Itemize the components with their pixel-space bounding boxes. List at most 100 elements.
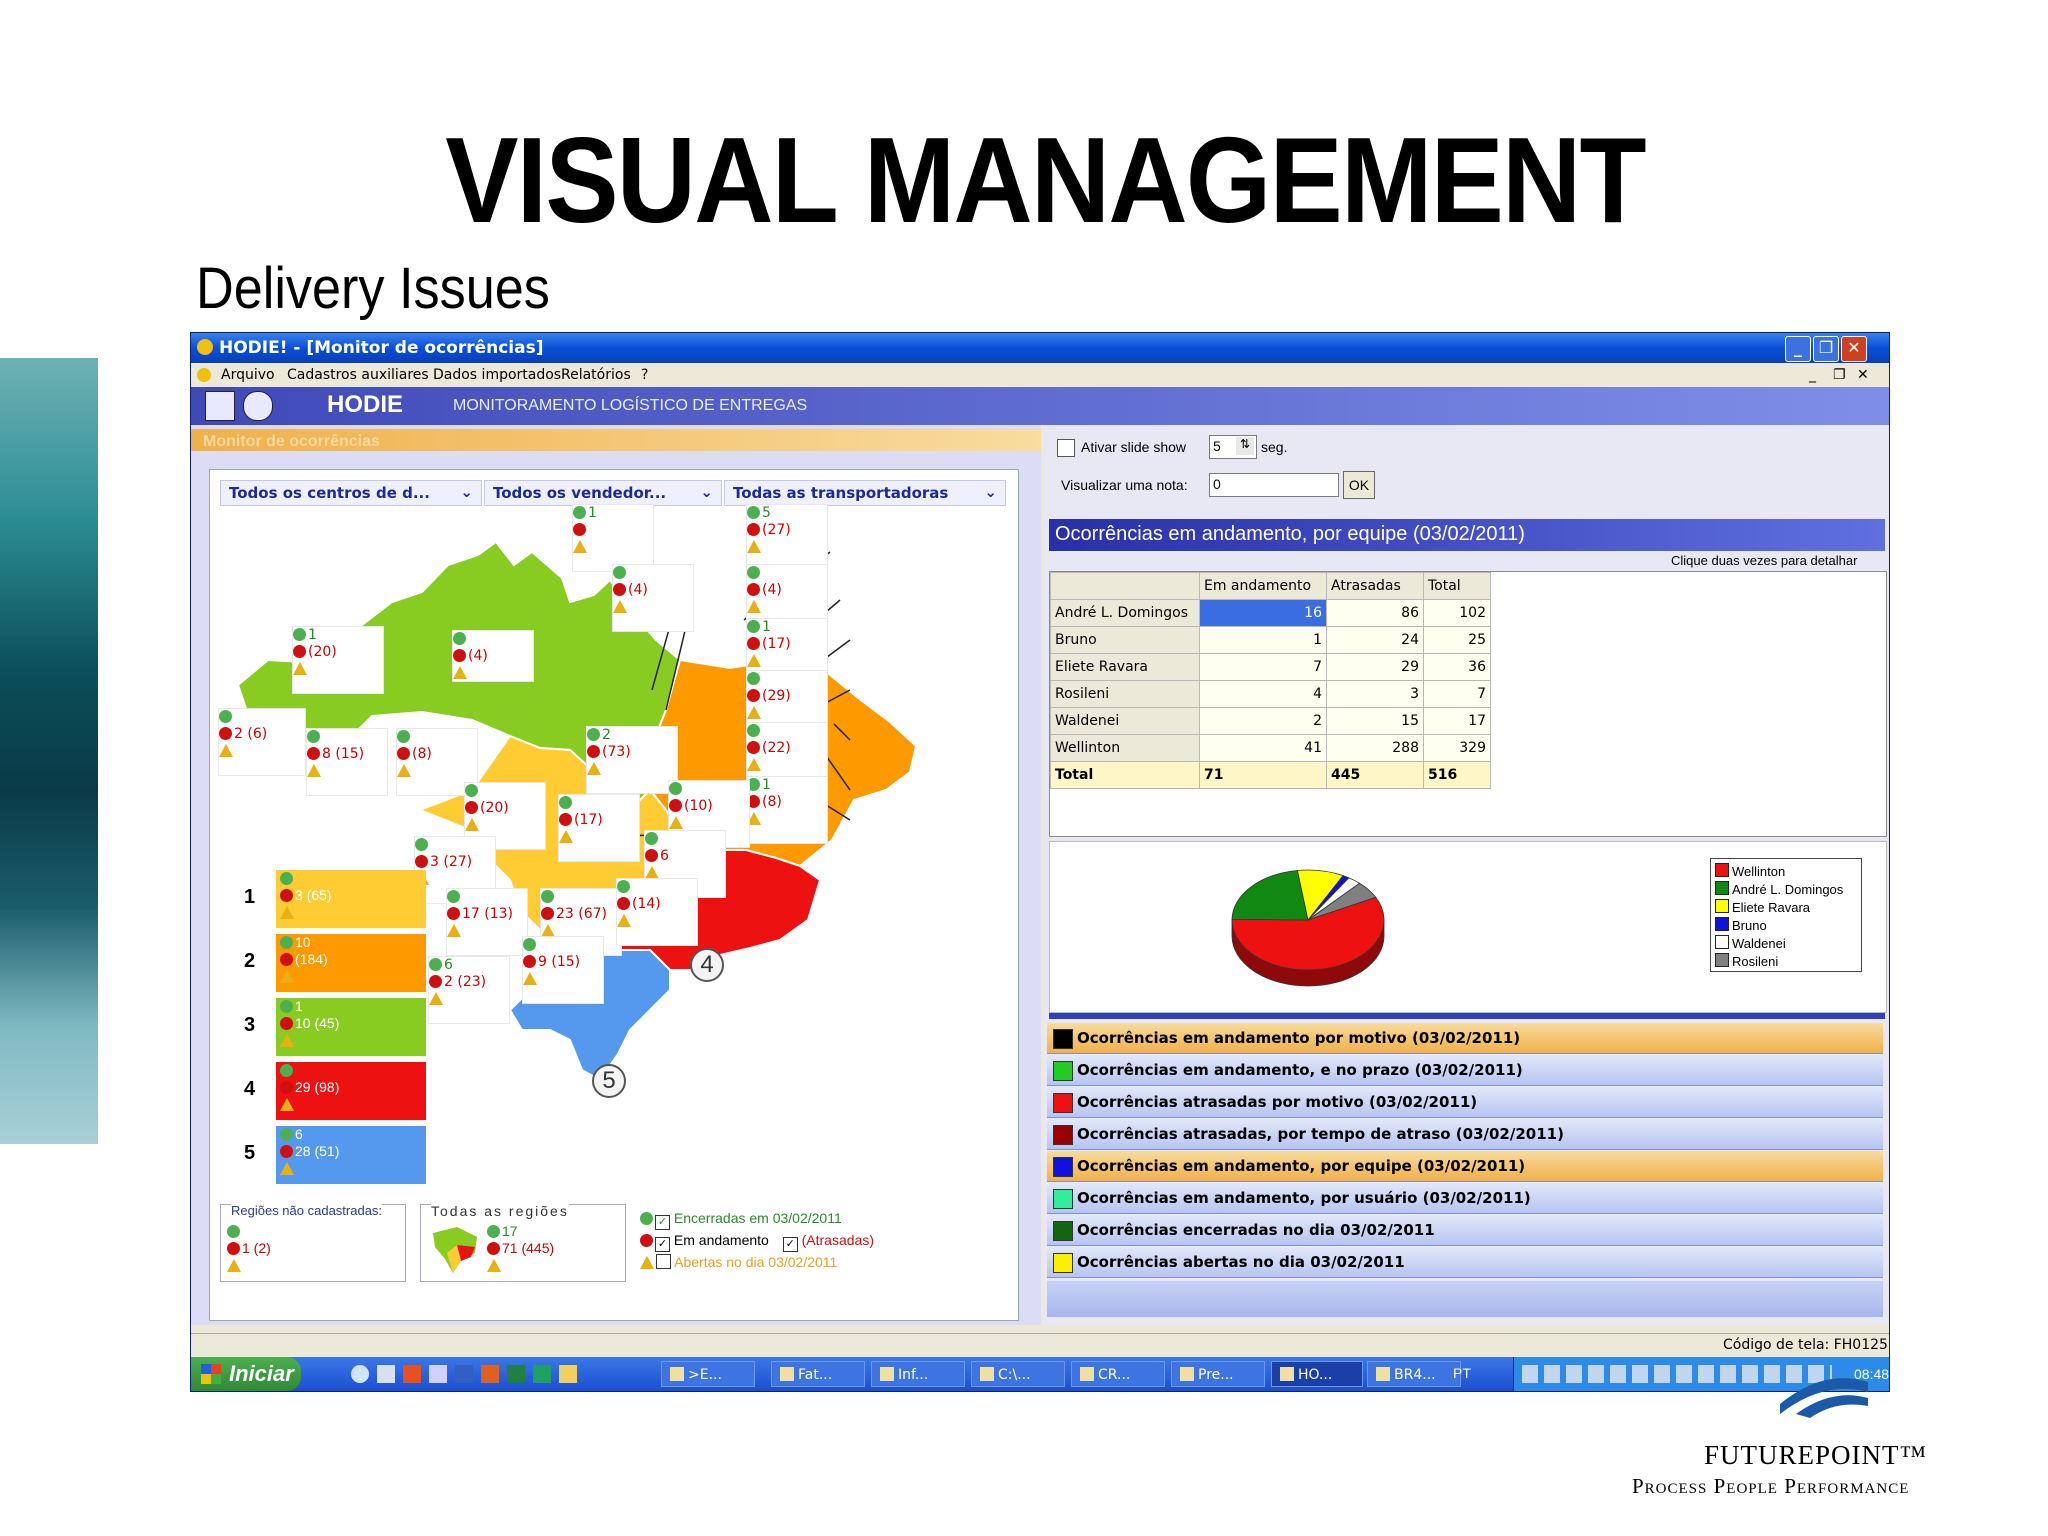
map-issue-box[interactable]: 8 (15) — [306, 728, 388, 796]
pie-legend-item: Rosileni — [1715, 953, 1778, 969]
table-row[interactable]: Waldenei 2 15 17 — [1050, 707, 1491, 735]
map-issue-box[interactable]: 2 (73) — [586, 726, 678, 794]
in-progress-label: Em andamento — [673, 1232, 769, 1248]
carriers-dropdown[interactable]: Todas as transportadoras ⌄ — [724, 480, 1006, 506]
splitter-bar[interactable] — [1049, 1013, 1885, 1019]
region-late-count: 28 (51) — [295, 1143, 340, 1159]
menu-cadastros[interactable]: Cadastros auxiliares — [287, 367, 429, 383]
report-category-item[interactable]: Ocorrências em andamento, por usuário (0… — [1047, 1183, 1883, 1214]
taskbar-task-button[interactable]: >E... — [661, 1361, 755, 1387]
acrobat-icon[interactable] — [403, 1365, 421, 1383]
report-category-item[interactable]: Ocorrências encerradas no dia 03/02/2011 — [1047, 1215, 1883, 1246]
start-button[interactable]: Iniciar — [191, 1357, 301, 1391]
region-marker-4[interactable]: 4 — [690, 948, 724, 982]
ie-icon[interactable] — [351, 1365, 369, 1383]
unregistered-box[interactable]: Regiões não cadastradas: 1 (2) — [220, 1203, 406, 1282]
region-legend-row[interactable]: 3 1 10 (45) — [244, 998, 432, 1056]
close-button[interactable]: ✕ — [1841, 336, 1867, 362]
word-icon[interactable] — [455, 1365, 473, 1383]
quicklaunch-icon[interactable] — [429, 1365, 447, 1383]
map-issue-box[interactable]: 5 (27) — [746, 504, 828, 572]
folder-icon[interactable] — [559, 1365, 577, 1383]
opened-row — [747, 599, 827, 616]
opened-row — [397, 763, 477, 780]
language-indicator[interactable]: PT — [1453, 1365, 1471, 1381]
menu-relatorios[interactable]: Relatórios — [561, 367, 631, 383]
excel-icon[interactable] — [507, 1365, 525, 1383]
map-issue-box[interactable]: (17) — [558, 794, 640, 862]
menu-arquivo[interactable]: Arquivo — [221, 367, 275, 383]
taskbar-task-button[interactable]: Pre... — [1171, 1361, 1265, 1387]
map-issue-box[interactable]: (4) — [452, 630, 534, 682]
map-issue-box[interactable]: (4) — [612, 564, 694, 632]
taskbar-task-button[interactable]: BR4... — [1367, 1361, 1461, 1387]
ok-button[interactable]: OK — [1343, 471, 1375, 499]
minimize-button[interactable]: _ — [1785, 336, 1811, 362]
report-category-item[interactable]: Ocorrências em andamento por motivo (03/… — [1047, 1023, 1883, 1054]
late-row: 9 (15) — [523, 954, 603, 971]
check-icon — [617, 880, 630, 893]
taskbar-task-button[interactable]: C:\... — [971, 1361, 1065, 1387]
slideshow-seconds-input[interactable]: 5 ⇅ — [1209, 435, 1257, 459]
exit-door-icon[interactable] — [205, 391, 235, 421]
region-opened — [276, 904, 426, 921]
late-row: (27) — [747, 522, 827, 539]
map-issue-box[interactable]: 17 (13) — [446, 888, 528, 956]
region-marker-5[interactable]: 5 — [592, 1064, 626, 1098]
table-row[interactable]: Eliete Ravara 7 29 36 — [1050, 653, 1491, 681]
region-legend-row[interactable]: 2 10 (184) — [244, 934, 432, 992]
map-issue-box[interactable]: 2 (6) — [218, 708, 306, 776]
opened-checkbox[interactable] — [656, 1254, 671, 1269]
map-issue-box[interactable]: 1 — [572, 504, 654, 572]
table-row[interactable]: Rosileni 4 3 7 — [1050, 680, 1491, 708]
table-row[interactable]: Bruno 1 24 25 — [1050, 626, 1491, 654]
table-header-cell: Total — [1423, 572, 1491, 600]
menu-help[interactable]: ? — [641, 367, 648, 383]
powerpoint-icon[interactable] — [481, 1365, 499, 1383]
map-issue-box[interactable]: 62 (23) — [428, 956, 510, 1024]
menu-dados[interactable]: Dados importados — [433, 367, 561, 383]
table-row[interactable]: André L. Domingos 16 86 102 — [1050, 599, 1491, 627]
report-category-item[interactable]: Ocorrências em andamento, e no prazo (03… — [1047, 1055, 1883, 1086]
taskbar-task-button[interactable]: Inf... — [871, 1361, 965, 1387]
report-category-item[interactable]: Ocorrências atrasadas por motivo (03/02/… — [1047, 1087, 1883, 1118]
late-count: 2 (23) — [444, 974, 487, 990]
pie-slice-andr-l-domingos[interactable] — [1231, 870, 1309, 921]
restore-button[interactable]: ❐ — [1813, 336, 1839, 362]
slide-title: VISUAL MANAGEMENT — [445, 112, 1646, 248]
table-row[interactable]: Wellinton 41 288 329 — [1050, 734, 1491, 762]
mdi-restore-icon[interactable]: ❐ — [1833, 367, 1846, 383]
region-legend-row[interactable]: 5 6 28 (51) — [244, 1126, 432, 1184]
note-input[interactable]: 0 — [1209, 473, 1339, 497]
closed-row — [559, 795, 639, 812]
in-progress-checkbox[interactable]: ✓ — [655, 1237, 670, 1252]
quicklaunch-icon[interactable] — [377, 1365, 395, 1383]
map-issue-box[interactable]: (14) — [616, 878, 698, 946]
taskbar-task-button[interactable]: HO... — [1271, 1361, 1363, 1387]
closed-checkbox[interactable]: ✓ — [655, 1215, 670, 1230]
task-label: HO... — [1298, 1367, 1333, 1383]
centers-dropdown[interactable]: Todos os centros de d... ⌄ — [220, 480, 482, 506]
map-issue-box[interactable]: 9 (15) — [522, 936, 604, 1004]
closed-row — [415, 837, 495, 854]
report-category-item[interactable]: Ocorrências atrasadas, por tempo de atra… — [1047, 1119, 1883, 1150]
slideshow-checkbox[interactable] — [1057, 439, 1075, 457]
region-closed: 1 — [276, 998, 426, 1015]
taskbar-task-button[interactable]: Fat... — [771, 1361, 865, 1387]
late-checkbox[interactable]: ✓ — [782, 1237, 798, 1252]
report-category-item[interactable]: Ocorrências em andamento, por equipe (03… — [1047, 1151, 1883, 1182]
late-count: (14) — [632, 896, 661, 912]
quicklaunch-icon[interactable] — [533, 1365, 551, 1383]
region-legend-row[interactable]: 1 3 (65) — [244, 870, 432, 928]
sellers-dropdown[interactable]: Todos os vendedor... ⌄ — [484, 480, 722, 506]
map-issue-box[interactable]: 1 (8) — [746, 776, 828, 844]
region-legend-row[interactable]: 4 29 (98) — [244, 1062, 432, 1120]
mdi-close-icon[interactable]: ✕ — [1857, 367, 1869, 383]
map-issue-box[interactable]: 1 (20) — [292, 626, 384, 694]
spin-arrows-icon[interactable]: ⇅ — [1236, 437, 1254, 455]
taskbar-task-button[interactable]: CR... — [1071, 1361, 1165, 1387]
mdi-minimize-icon[interactable]: _ — [1809, 367, 1816, 383]
all-regions-box[interactable]: Todas as regiões 17 71 (445) — [420, 1203, 626, 1282]
report-category-item[interactable]: Ocorrências abertas no dia 03/02/2011 — [1047, 1247, 1883, 1278]
info-icon[interactable] — [243, 391, 273, 421]
